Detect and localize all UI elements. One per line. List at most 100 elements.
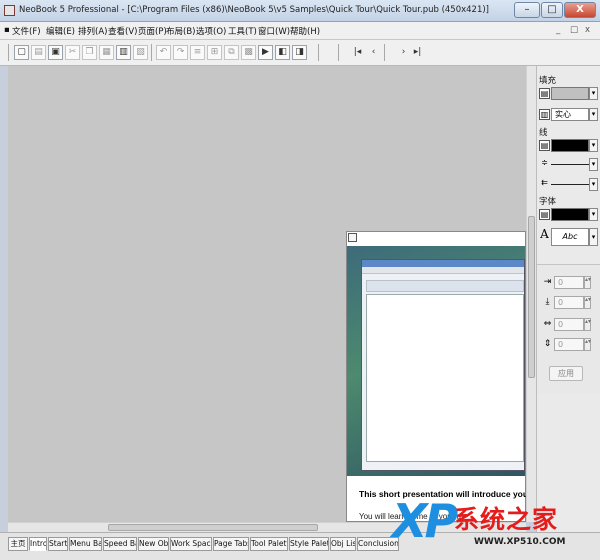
page-corner-marker[interactable] [348, 233, 357, 242]
line-width-icon: ≑ [541, 158, 548, 167]
menu-layout[interactable]: 布局(B) [166, 25, 195, 37]
embedded-app-window [361, 259, 525, 471]
screenshot-image [347, 246, 525, 476]
paste-icon[interactable]: ▦ [99, 45, 114, 60]
print-icon[interactable]: ▧ [133, 45, 148, 60]
height-icon: ⇕ [543, 339, 552, 349]
open-icon[interactable]: ▤ [31, 45, 46, 60]
watermark-xp: XP [392, 494, 458, 548]
app-window: NeoBook 5 Professional - [C:\Program Fil… [0, 0, 600, 560]
width-input[interactable]: 0 [554, 318, 584, 331]
menu-view[interactable]: 查看(V) [108, 25, 137, 37]
tab-master[interactable]: 主页 [8, 537, 28, 551]
last-page-button[interactable]: ▸| [412, 46, 423, 59]
toolbar: ▢ ▤ ▣ ✂ ❐ ▦ ▥ ▧ ↶ ↷ ≡ ⊞ ⧉ ▩ ▶ ◧ ◨ |◂ ‹ ›… [0, 40, 600, 66]
tab-start[interactable]: Start [48, 537, 68, 551]
menu-tools[interactable]: 工具(T) [228, 25, 257, 37]
doc-icon[interactable]: ▪ [4, 25, 10, 35]
delete-icon[interactable]: ▥ [116, 45, 131, 60]
compile-icon[interactable]: ◧ [275, 45, 290, 60]
menu-options[interactable]: 选项(O) [196, 25, 226, 37]
font-color-icon: ▤ [539, 209, 550, 220]
menu-window[interactable]: 窗口(W) [258, 25, 290, 37]
toolbar-separator [338, 44, 339, 61]
preview-icon[interactable]: ▶ [258, 45, 273, 60]
font-color-swatch[interactable] [551, 208, 589, 221]
tab-menu-bar[interactable]: Menu Bar [69, 537, 102, 551]
font-label: 字体 [539, 197, 557, 207]
tab-obj-list[interactable]: Obj List [330, 537, 356, 551]
tab-work-space[interactable]: Work Space [170, 537, 212, 551]
fill-color-dropdown[interactable]: ▾ [589, 87, 598, 100]
menu-file[interactable]: 文件(F) [12, 25, 41, 37]
new-icon[interactable]: ▢ [14, 45, 29, 60]
tab-style-palette[interactable]: Style Palette [289, 537, 329, 551]
line-style-dropdown[interactable]: ▾ [589, 178, 598, 191]
font-icon: A [540, 227, 549, 241]
tab-page-tabs[interactable]: Page Tabs [213, 537, 249, 551]
height-stepper[interactable]: ▴▾ [584, 338, 591, 351]
menu-arrange[interactable]: 排列(A) [78, 25, 107, 37]
font-dropdown[interactable]: ▾ [589, 228, 598, 246]
embedded-doc-header [366, 280, 524, 292]
tab-intro[interactable]: Intro [29, 537, 47, 551]
line-color-swatch[interactable] [551, 139, 589, 152]
vertical-scrollbar[interactable] [526, 66, 536, 522]
toolbar-separator [151, 44, 152, 61]
page-preview[interactable]: This short presentation will introduce y… [346, 231, 527, 522]
save-icon[interactable]: ▣ [48, 45, 63, 60]
doc-restore-button[interactable]: □ [570, 25, 578, 35]
redo-icon[interactable]: ↷ [173, 45, 188, 60]
undo-icon[interactable]: ↶ [156, 45, 171, 60]
group-icon[interactable]: ⊞ [207, 45, 222, 60]
x-position-input[interactable]: 0 [554, 276, 584, 289]
align-icon[interactable]: ≡ [190, 45, 205, 60]
menu-bar: ▪ 文件(F) 编辑(E) 排列(A) 查看(V) 页面(P) 布局(B) 选项… [0, 22, 600, 40]
font-sample[interactable]: Abc [551, 228, 589, 246]
order-icon[interactable]: ⧉ [224, 45, 239, 60]
title-bar: NeoBook 5 Professional - [C:\Program Fil… [0, 0, 600, 22]
line-color-icon: ▤ [539, 140, 550, 151]
line-style-sample[interactable] [551, 184, 589, 185]
line-color-dropdown[interactable]: ▾ [589, 139, 598, 152]
tab-new-obis[interactable]: New Obis [138, 537, 169, 551]
fill-style-select[interactable]: 实心 [551, 108, 589, 121]
copy-icon[interactable]: ❐ [82, 45, 97, 60]
maximize-button[interactable]: □ [541, 2, 563, 18]
y-position-input[interactable]: 0 [554, 296, 584, 309]
vertical-scroll-thumb[interactable] [528, 216, 535, 378]
doc-close-button[interactable]: x [585, 25, 590, 35]
width-stepper[interactable]: ▴▾ [584, 318, 591, 331]
apply-button[interactable]: 应用 [549, 366, 583, 381]
x-position-icon: ⇥ [543, 277, 552, 287]
menu-page[interactable]: 页面(P) [138, 25, 167, 37]
close-button[interactable]: X [564, 2, 596, 18]
horizontal-scroll-thumb[interactable] [108, 524, 318, 531]
app-icon[interactable] [4, 5, 15, 16]
y-position-stepper[interactable]: ▴▾ [584, 296, 591, 309]
cut-icon[interactable]: ✂ [65, 45, 80, 60]
fill-color-icon: ▤ [539, 88, 550, 99]
menu-edit[interactable]: 编辑(E) [46, 25, 75, 37]
line-style-icon: ⇇ [541, 178, 548, 187]
doc-minimize-button[interactable]: _ [556, 25, 560, 35]
line-width-sample[interactable] [551, 164, 589, 165]
font-color-dropdown[interactable]: ▾ [589, 208, 598, 221]
minimize-button[interactable]: – [514, 2, 540, 18]
fill-color-swatch[interactable] [551, 87, 589, 100]
line-label: 线 [539, 128, 548, 138]
publish-icon[interactable]: ◨ [292, 45, 307, 60]
next-page-button[interactable]: › [398, 46, 409, 59]
grid-icon[interactable]: ▩ [241, 45, 256, 60]
site-watermark-logo: XP 系统之家 WWW.XP510.COM [392, 494, 600, 560]
x-position-stepper[interactable]: ▴▾ [584, 276, 591, 289]
fill-style-dropdown[interactable]: ▾ [589, 108, 598, 121]
prev-page-button[interactable]: ‹ [368, 46, 379, 59]
first-page-button[interactable]: |◂ [352, 46, 363, 59]
menu-help[interactable]: 帮助(H) [290, 25, 320, 37]
tab-tool-palette[interactable]: Tool Palette [250, 537, 288, 551]
line-width-dropdown[interactable]: ▾ [589, 158, 598, 171]
embedded-document [366, 294, 524, 462]
tab-speed-bar[interactable]: Speed Bar [103, 537, 137, 551]
height-input[interactable]: 0 [554, 338, 584, 351]
